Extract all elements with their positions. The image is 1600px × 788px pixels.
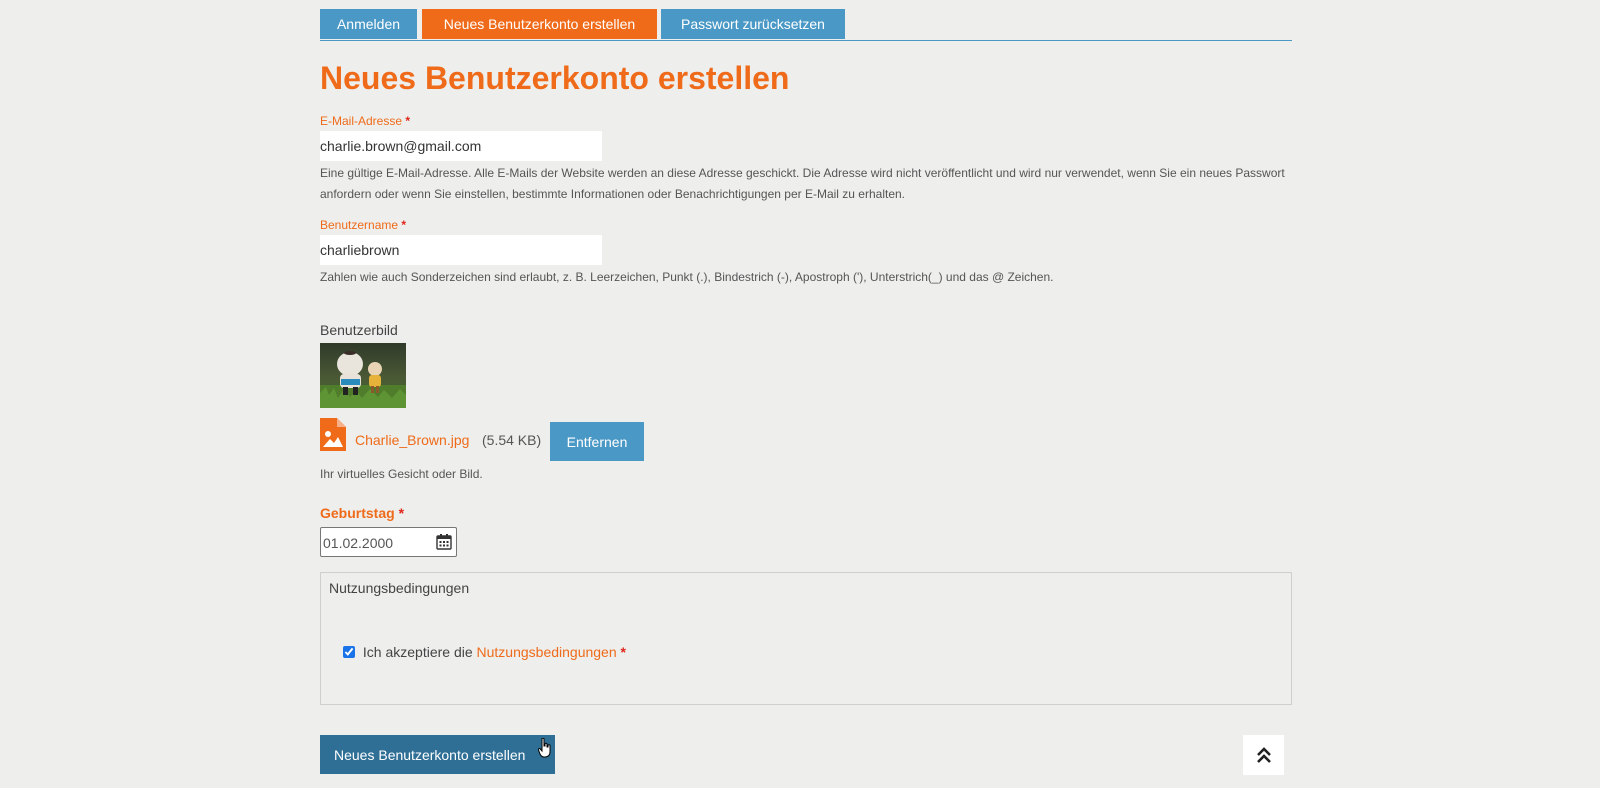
avatar-thumbnail: [320, 343, 406, 408]
birthday-value: 01.02.2000: [323, 535, 394, 551]
birthday-label-text: Geburtstag: [320, 505, 395, 521]
picture-help: Ihr virtuelles Gesicht oder Bild.: [320, 467, 483, 481]
email-field[interactable]: [320, 131, 602, 161]
required-mark: *: [401, 218, 407, 232]
create-account-button[interactable]: Neues Benutzerkonto erstellen: [320, 735, 555, 774]
terms-checkbox[interactable]: [343, 646, 355, 658]
username-field[interactable]: [320, 235, 602, 265]
uploaded-file-row: Charlie_Brown.jpg (5.54 KB) Entfernen: [320, 418, 720, 461]
terms-fieldset: Nutzungsbedingungen Ich akzeptiere die N…: [320, 572, 1292, 705]
picture-label: Benutzerbild: [320, 322, 398, 338]
page: Anmelden Neues Benutzerkonto erstellen P…: [0, 0, 1600, 788]
calendar-icon[interactable]: [436, 534, 452, 550]
terms-accept-text: Ich akzeptiere die: [362, 644, 473, 660]
terms-accept-row: Ich akzeptiere die Nutzungsbedingungen *: [343, 644, 626, 660]
username-help: Zahlen wie auch Sonderzeichen sind erlau…: [320, 270, 1054, 284]
file-size: (5.54 KB): [482, 432, 542, 448]
page-title: Neues Benutzerkonto erstellen: [320, 60, 790, 96]
tab-login[interactable]: Anmelden: [320, 9, 417, 39]
avatar-image: [320, 343, 406, 408]
file-name-link[interactable]: Charlie_Brown.jpg: [355, 432, 469, 448]
remove-picture-button[interactable]: Entfernen: [550, 422, 644, 461]
email-label: E-Mail-Adresse *: [320, 114, 410, 128]
required-mark: *: [398, 505, 405, 521]
tab-reset-password[interactable]: Passwort zurücksetzen: [661, 9, 845, 39]
terms-link[interactable]: Nutzungsbedingungen: [477, 644, 617, 660]
username-label-text: Benutzername: [320, 218, 399, 232]
hand-cursor-icon: [538, 738, 551, 758]
image-file-icon: [320, 418, 346, 451]
email-label-text: E-Mail-Adresse: [320, 114, 403, 128]
back-to-top-button[interactable]: [1243, 735, 1284, 775]
birthday-label: Geburtstag *: [320, 505, 404, 521]
required-mark: *: [620, 644, 626, 660]
tab-bar: Anmelden Neues Benutzerkonto erstellen P…: [320, 9, 1292, 41]
email-help: Eine gültige E-Mail-Adresse. Alle E-Mail…: [320, 166, 1285, 201]
birthday-date-input[interactable]: 01.02.2000: [320, 527, 457, 557]
terms-legend: Nutzungsbedingungen: [329, 580, 470, 596]
chevron-double-up-icon: [1256, 747, 1271, 763]
tab-create-account[interactable]: Neues Benutzerkonto erstellen: [422, 9, 657, 39]
username-label: Benutzername *: [320, 218, 406, 232]
required-mark: *: [405, 114, 411, 128]
